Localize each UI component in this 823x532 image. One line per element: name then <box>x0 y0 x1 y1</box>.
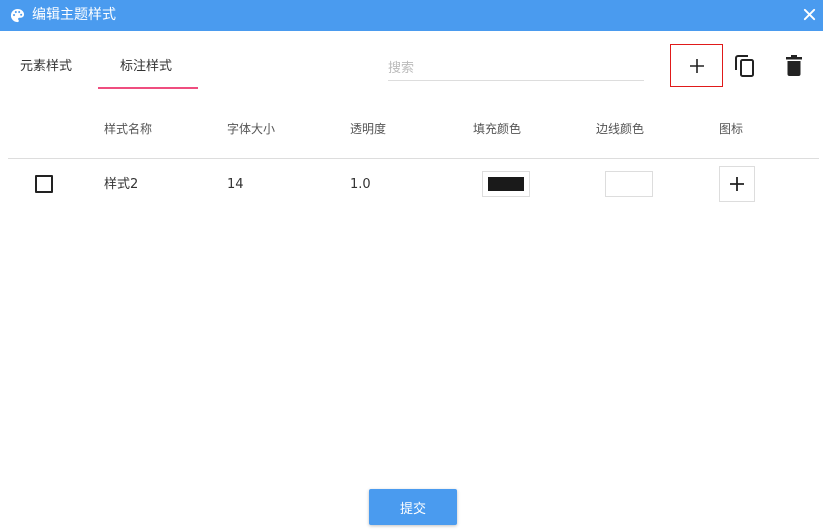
column-header-icon: 图标 <box>719 122 744 136</box>
column-header-style-name: 样式名称 <box>104 122 153 136</box>
search-input[interactable] <box>388 56 644 81</box>
table-header-divider <box>8 158 819 159</box>
dialog-title: 编辑主题样式 <box>32 7 116 23</box>
copy-icon <box>735 55 754 77</box>
cell-style-name: 样式2 <box>104 177 139 192</box>
fill-color-value <box>488 177 524 191</box>
column-header-fill-color: 填充颜色 <box>473 122 522 136</box>
cell-font-size: 14 <box>227 177 244 192</box>
plus-icon <box>689 58 704 73</box>
cell-opacity: 1.0 <box>350 177 371 192</box>
column-header-opacity: 透明度 <box>350 122 387 136</box>
tab-element-style[interactable]: 元素样式 <box>20 59 72 75</box>
column-header-font-size: 字体大小 <box>227 122 276 136</box>
tab-annotation-style[interactable]: 标注样式 <box>120 59 172 75</box>
border-color-swatch[interactable] <box>605 171 653 197</box>
column-header-border-color: 边线颜色 <box>596 122 645 136</box>
title-bar: 编辑主题样式 <box>0 0 823 31</box>
row-checkbox[interactable] <box>35 175 53 193</box>
edit-theme-style-dialog: 编辑主题样式 元素样式 标注样式 样式名称 字体大小 透明度 填充颜色 边线颜色… <box>0 0 823 532</box>
fill-color-swatch[interactable] <box>482 171 530 197</box>
add-style-button[interactable] <box>670 44 723 87</box>
submit-button[interactable]: 提交 <box>369 489 457 525</box>
plus-icon <box>730 177 744 191</box>
copy-style-button[interactable] <box>730 51 760 81</box>
close-icon[interactable] <box>802 7 817 22</box>
active-tab-indicator <box>98 87 198 89</box>
palette-icon <box>10 8 25 23</box>
add-icon-button[interactable] <box>719 166 755 202</box>
trash-icon <box>786 55 802 76</box>
delete-style-button[interactable] <box>779 51 809 81</box>
